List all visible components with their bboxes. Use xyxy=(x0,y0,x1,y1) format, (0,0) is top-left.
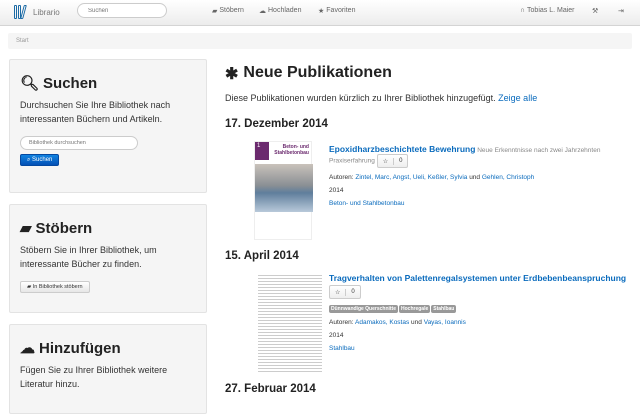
star-outline-icon: ☆ xyxy=(378,157,395,165)
and-text: und xyxy=(411,319,422,326)
panel-title: Hinzufügen xyxy=(39,339,121,357)
brand-name: Librario xyxy=(33,7,60,17)
breadcrumb: Start xyxy=(8,33,632,49)
panel-text: Stöbern Sie in Ihrer Bibliothek, um inte… xyxy=(20,245,157,269)
nav-link-label: Stöbern xyxy=(219,7,244,14)
library-search-input[interactable] xyxy=(20,136,138,150)
cloud-upload-icon: ☁ xyxy=(20,340,35,357)
user-icon: ∩ xyxy=(520,7,526,14)
tag-badge[interactable]: Hochregale xyxy=(399,305,431,313)
cover-title: Beton- und Stahlbetonbau xyxy=(274,144,309,156)
tag-badge[interactable]: Stahlbau xyxy=(431,305,457,313)
page-description: Diese Publikationen wurden kürzlich zu I… xyxy=(225,93,496,103)
author-links[interactable]: Zintel, Marc, Angst, Ueli, Keßler, Sylvi… xyxy=(355,174,467,181)
cover-photo xyxy=(255,164,313,212)
breadcrumb-start[interactable]: Start xyxy=(16,38,29,44)
date-heading: 27. Februar 2014 xyxy=(225,383,316,395)
add-panel: ☁ Hinzufügen Fügen Sie zu Ihrer Bibliothe… xyxy=(9,324,207,414)
publication-year: 2014 xyxy=(329,332,344,339)
publication-item: Epoxidharzbeschichtete Bewehrung Neue Er… xyxy=(329,144,634,207)
main-content: ✱ Neue Publikationen Diese Publikationen … xyxy=(225,64,635,103)
nav-browse-link[interactable]: ▰ Stöbern xyxy=(212,7,244,15)
journal-link[interactable]: Beton- und Stahlbetonbau xyxy=(329,200,405,207)
search-icon: 🔍︎ xyxy=(20,75,40,92)
panel-title: Stöbern xyxy=(35,219,93,237)
and-text: und xyxy=(469,174,481,181)
nav-favorites-link[interactable]: ★ Favoriten xyxy=(318,7,355,15)
publication-title[interactable]: Epoxidharzbeschichtete Bewehrung xyxy=(329,144,475,154)
panel-title: Suchen xyxy=(43,74,98,92)
author-link[interactable]: Gehlen, Christoph xyxy=(482,174,534,181)
asterisk-icon: ✱ xyxy=(225,66,239,83)
publication-cover[interactable] xyxy=(258,273,322,372)
cover-issue-number: 1 xyxy=(255,142,269,160)
favorite-count: 0 xyxy=(399,158,403,164)
browse-library-button[interactable]: ▰ In Bibliothek stöbern xyxy=(20,281,90,293)
panel-text: Durchsuchen Sie Ihre Bibliothek nach int… xyxy=(20,100,171,124)
logout-icon[interactable]: ⇥ xyxy=(618,7,624,15)
publication-title[interactable]: Tragverhalten von Palettenregalsystemen … xyxy=(329,273,626,283)
publication-year: 2014 xyxy=(329,187,344,194)
page-title: Neue Publikationen xyxy=(243,64,392,81)
cloud-upload-icon: ☁ xyxy=(259,8,266,15)
book-icon: ▰ xyxy=(212,8,218,15)
button-label: In Bibliothek stöbern xyxy=(32,284,83,290)
user-menu[interactable]: ∩ Tobias L. Maier xyxy=(520,7,575,14)
button-label: Suchen xyxy=(32,156,53,163)
author-link[interactable]: Vayas, Ioannis xyxy=(424,319,466,326)
panel-text: Fügen Sie zu Ihrer Bibliothek weitere Li… xyxy=(20,365,168,389)
librario-logo-icon xyxy=(14,5,30,19)
navbar: Librario ▰Stöbern ☁Hochladen ★Favoriten … xyxy=(0,0,640,26)
book-icon: ▰ xyxy=(20,220,32,237)
star-icon: ★ xyxy=(318,8,325,15)
authors-label: Autoren: xyxy=(329,319,354,326)
star-outline-icon: ☆ xyxy=(330,288,347,296)
publication-item: Tragverhalten von Palettenregalsystemen … xyxy=(329,273,634,352)
date-heading: 15. April 2014 xyxy=(225,250,299,262)
nav-search-input[interactable] xyxy=(77,3,167,18)
settings-wrench-icon[interactable]: ⚒ xyxy=(592,7,598,15)
search-button[interactable]: ⌕ Suchen xyxy=(20,154,60,166)
user-name: Tobias L. Maier xyxy=(527,7,575,14)
date-heading: 17. Dezember 2014 xyxy=(225,118,328,130)
nav-upload-link[interactable]: ☁ Hochladen xyxy=(259,7,301,15)
tag-badge[interactable]: Dünnwandige Querschnitte xyxy=(329,305,399,313)
nav-link-label: Favoriten xyxy=(326,7,356,14)
search-panel: 🔍︎ Suchen Durchsuchen Sie Ihre Bibliothek… xyxy=(9,59,207,193)
favorite-count: 0 xyxy=(351,289,355,295)
authors-label: Autoren: xyxy=(329,174,354,181)
publication-cover[interactable]: 1 Beton- und Stahlbetonbau xyxy=(254,141,313,240)
brand-link[interactable]: Librario xyxy=(14,5,60,19)
favorite-button[interactable]: ☆ 0 xyxy=(329,285,361,299)
show-all-link[interactable]: Zeige alle xyxy=(498,93,537,103)
favorite-button[interactable]: ☆ 0 xyxy=(376,154,409,168)
browse-panel: ▰ Stöbern Stöbern Sie in Ihrer Bibliothek… xyxy=(9,204,207,313)
journal-link[interactable]: Stahlbau xyxy=(329,345,355,352)
nav-link-label: Hochladen xyxy=(268,7,302,14)
author-link[interactable]: Adamakos, Kostas xyxy=(355,319,409,326)
